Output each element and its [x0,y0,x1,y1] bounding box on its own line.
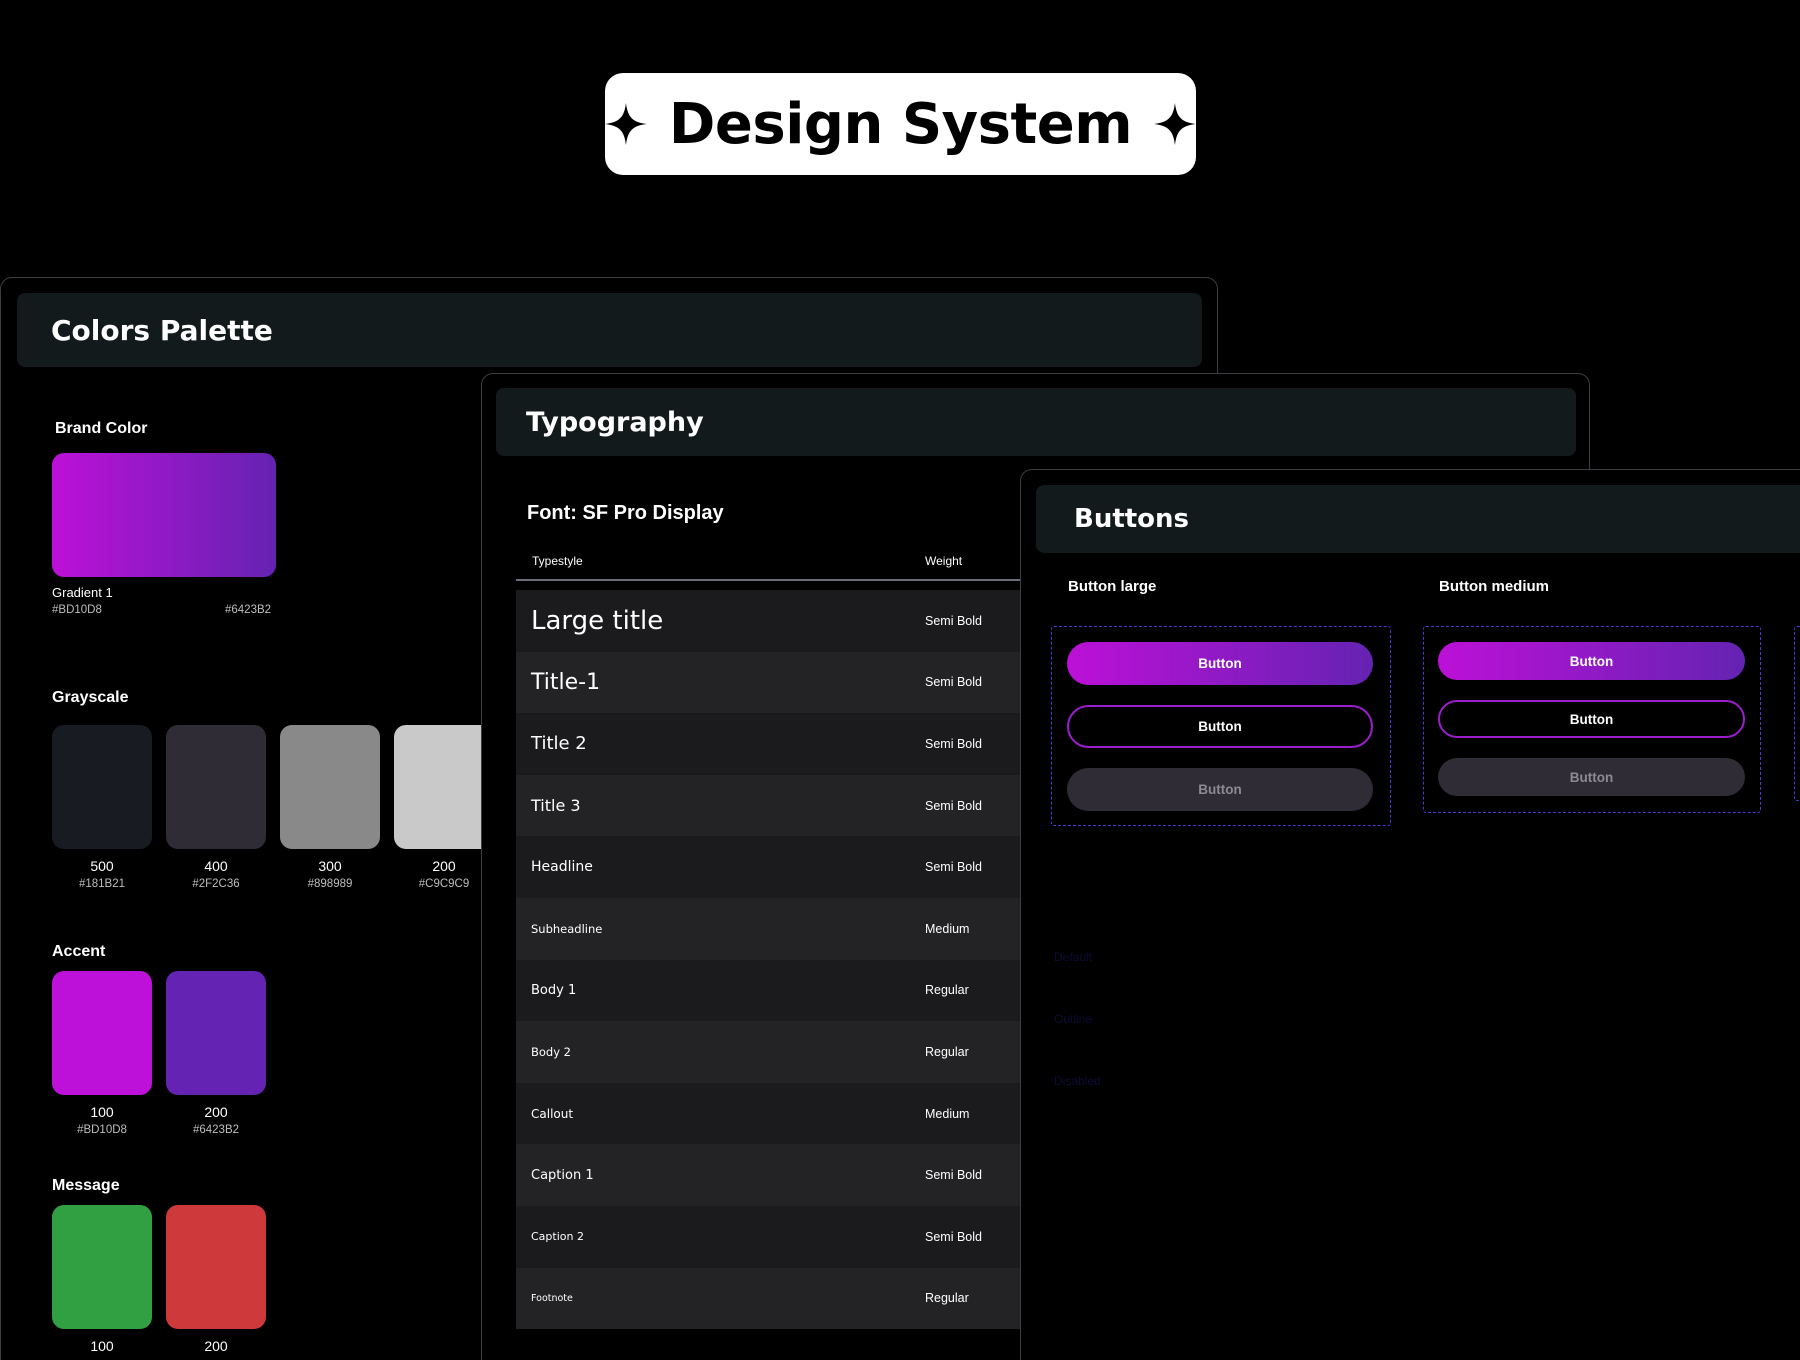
typestyle-name: Body 2 [531,1044,572,1059]
header-divider [516,579,1056,581]
table-row: Title-1 Semi Bold [516,651,1056,714]
sparkle-icon [1154,103,1196,145]
grayscale-500-swatch [52,725,152,849]
large-primary-button[interactable]: Button [1067,642,1373,685]
colors-panel-title: Colors Palette [51,313,273,347]
gradient-hex-end: #6423B2 [225,604,272,616]
message-200-swatch [166,1205,266,1329]
typestyle-weight: Regular [925,983,969,998]
medium-primary-button[interactable]: Button [1438,642,1745,680]
grayscale-200-swatch [394,725,494,849]
typestyle-name: Body 1 [531,982,577,998]
weight-column-header: Weight [925,554,963,568]
grayscale-500-name: 500 [90,858,114,874]
accent-label: Accent [52,943,106,960]
table-row: Callout Medium [516,1082,1056,1145]
buttons-panel: Buttons Button large Button medium Butto… [1020,469,1800,1360]
typestyle-name: Caption 1 [531,1167,594,1183]
accent-200-hex: #6423B2 [192,1124,240,1136]
grayscale-400-swatch [166,725,266,849]
typestyle-name: Large title [531,605,664,636]
typestyle-weight: Semi Bold [925,1168,982,1183]
large-outline-button[interactable]: Button [1067,705,1373,748]
table-row: Subheadline Medium [516,897,1056,960]
typestyle-name: Title 2 [531,733,587,755]
page-title: Design System [668,91,1133,157]
message-label: Message [52,1177,120,1194]
table-row: Headline Semi Bold [516,836,1056,898]
table-row: Body 2 Regular [516,1021,1056,1083]
typestyle-weight: Semi Bold [925,1229,982,1244]
typestyle-name: Caption 2 [531,1230,584,1244]
table-row: Caption 2 Semi Bold [516,1205,1056,1268]
grayscale-200-name: 200 [432,858,456,874]
state-label-outline: Outline [1054,1012,1093,1026]
typestyle-name: Subheadline [531,921,603,936]
typestyle-weight: Semi Bold [925,736,982,751]
typestyle-weight: Semi Bold [925,675,982,690]
typestyle-weight: Medium [925,1106,970,1121]
typestyle-name: Callout [531,1106,574,1121]
sparkle-icon [605,103,647,145]
table-row: Caption 1 Semi Bold [516,1144,1056,1206]
accent-100-name: 100 [90,1104,114,1120]
buttons-panel-title: Buttons [1074,504,1190,534]
grayscale-500-hex: #181B21 [78,878,126,890]
message-200-name: 200 [204,1338,228,1354]
typography-panel-title: Typography [526,406,704,438]
brand-color-label: Brand Color [55,420,148,437]
design-system-title-badge: Design System [605,73,1196,175]
button-small-frame [1794,626,1800,801]
typestyle-name: Title 3 [531,796,581,816]
font-family-label: Font: SF Pro Display [527,502,724,524]
typestyle-weight: Regular [925,1291,969,1306]
typography-panel-header: Typography [496,388,1576,456]
typestyle-weight: Semi Bold [925,860,982,875]
typestyle-name: Headline [531,859,593,876]
grayscale-label: Grayscale [52,689,129,706]
typestyle-weight: Regular [925,1044,969,1059]
typestyle-weight: Semi Bold [925,798,982,813]
message-100-swatch [52,1205,152,1329]
grayscale-200-hex: #C9C9C9 [418,878,470,890]
button-large-label: Button large [1068,578,1157,595]
button-large-frame: Button Button Button [1051,626,1391,826]
accent-200-swatch [166,971,266,1095]
grayscale-300-swatch [280,725,380,849]
accent-100-swatch [52,971,152,1095]
typestyle-table: Large title Semi Bold Title-1 Semi Bold … [516,590,1056,1330]
grayscale-300-hex: #898989 [307,878,353,890]
grayscale-400-name: 400 [204,858,228,874]
medium-disabled-button[interactable]: Button [1438,758,1745,796]
buttons-panel-header: Buttons [1036,485,1800,553]
table-row: Large title Semi Bold [516,590,1056,652]
gradient-name: Gradient 1 [52,585,113,600]
button-medium-label: Button medium [1439,578,1549,595]
colors-panel-header: Colors Palette [17,293,1202,367]
table-row: Body 1 Regular [516,959,1056,1022]
accent-200-name: 200 [204,1104,228,1120]
typestyle-weight: Medium [925,921,970,936]
table-row: Footnote Regular [516,1267,1056,1330]
table-row: Title 3 Semi Bold [516,774,1056,837]
grayscale-300-name: 300 [318,858,342,874]
grayscale-400-hex: #2F2C36 [192,878,240,890]
brand-gradient-swatch [52,453,276,577]
state-label-default: Default [1054,950,1093,964]
accent-100-hex: #BD10D8 [77,1124,127,1136]
button-medium-frame: Button Button Button [1423,626,1761,813]
typestyle-weight: Semi Bold [925,613,982,628]
medium-outline-button[interactable]: Button [1438,700,1745,738]
gradient-hex-start: #BD10D8 [52,604,102,616]
typestyle-name: Title-1 [531,669,601,695]
typestyle-name: Footnote [531,1292,573,1304]
message-100-name: 100 [90,1338,114,1354]
typestyle-column-header: Typestyle [532,554,583,568]
state-label-disabled: Disabled [1054,1074,1101,1088]
table-row: Title 2 Semi Bold [516,713,1056,775]
large-disabled-button[interactable]: Button [1067,768,1373,811]
